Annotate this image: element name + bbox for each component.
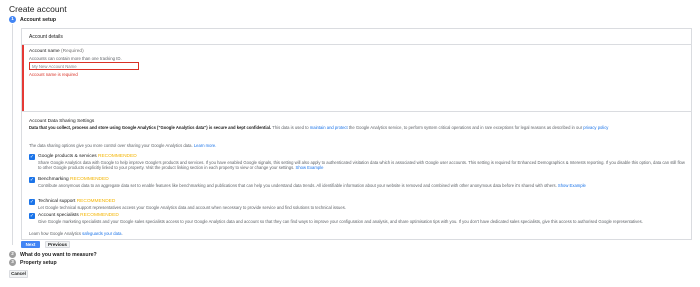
step-label: Account setup: [20, 16, 57, 23]
required-text: (Required): [61, 49, 84, 54]
previous-button[interactable]: Previous: [45, 241, 70, 248]
option-title-text: Google products & services: [38, 154, 97, 159]
stepper-line: [12, 24, 13, 245]
account-specialists-checkbox[interactable]: ✓: [29, 213, 35, 219]
option-title-text: Benchmarking: [38, 177, 69, 182]
option-title: Google products & services RECOMMENDED: [38, 154, 137, 159]
step-number: 1: [9, 16, 16, 23]
show-example-link[interactable]: Show Example: [296, 165, 324, 170]
option-description: Give Google marketing specialists and yo…: [38, 219, 643, 224]
data-sharing-description: Data that you collect, process and store…: [29, 125, 689, 131]
data-sharing-desc-bold: Data that you collect, process and store…: [29, 125, 272, 130]
step-label: What do you want to measure?: [20, 251, 97, 258]
option-title-text: Account specialists: [38, 213, 79, 218]
error-indicator-bar: [22, 45, 24, 111]
cancel-button[interactable]: Cancel: [9, 270, 28, 278]
step-number: 2: [9, 251, 16, 258]
account-details-header: Account details: [22, 29, 691, 45]
privacy-policy-link[interactable]: privacy policy: [583, 125, 608, 130]
step-what-to-measure[interactable]: 2 What do you want to measure?: [9, 251, 97, 258]
data-sharing-desc-text: This data is used to: [272, 125, 309, 130]
recommended-badge: RECOMMENDED: [70, 177, 109, 182]
account-name-input[interactable]: My New Account Name: [29, 62, 139, 70]
option-desc-text: Share Google Analytics data with Google …: [38, 160, 685, 171]
account-name-label: Account name (Required): [29, 49, 84, 54]
data-sharing-intro: The data sharing options give you more c…: [29, 143, 216, 148]
option-description: Contribute anonymous data to an aggregat…: [38, 183, 686, 188]
step-account-setup: 1 Account setup: [9, 16, 56, 23]
recommended-badge: RECOMMENDED: [98, 154, 137, 159]
benchmarking-checkbox[interactable]: ✓: [29, 177, 35, 183]
data-sharing-intro-text: The data sharing options give you more c…: [29, 143, 193, 148]
learn-how-prefix: Learn how Google Analytics: [29, 231, 81, 236]
safeguards-link[interactable]: safeguards your data: [82, 231, 121, 236]
next-button[interactable]: Next: [21, 241, 40, 248]
option-desc-text: Contribute anonymous data to an aggregat…: [38, 183, 557, 188]
step-label: Property setup: [20, 259, 57, 266]
step-property-setup[interactable]: 3 Property setup: [9, 259, 57, 266]
technical-support-checkbox[interactable]: ✓: [29, 199, 35, 205]
option-title-text: Technical support: [38, 199, 76, 204]
step-number: 3: [9, 259, 16, 266]
maintain-protect-link[interactable]: maintain and protect: [310, 125, 348, 130]
option-description: Let Google technical support representat…: [38, 205, 346, 210]
data-sharing-desc-text2: the Google Analytics service, to perform…: [348, 125, 583, 130]
show-example-link[interactable]: Show Example: [558, 183, 586, 188]
option-title: Benchmarking RECOMMENDED: [38, 177, 109, 182]
recommended-badge: RECOMMENDED: [80, 213, 119, 218]
google-products-checkbox[interactable]: ✓: [29, 154, 35, 160]
recommended-badge: RECOMMENDED: [76, 199, 116, 204]
account-name-help: Accounts can contain more than one track…: [29, 56, 122, 61]
learn-how-suffix: .: [121, 231, 123, 236]
learn-how-text: Learn how Google Analytics safeguards yo…: [29, 231, 123, 236]
option-title: Account specialists RECOMMENDED: [38, 213, 119, 218]
account-name-error: Account name is required: [29, 72, 78, 77]
account-name-label-text: Account name: [29, 49, 60, 54]
option-title: Technical support RECOMMENDED: [38, 199, 115, 204]
account-name-section: Account name (Required) Accounts can con…: [22, 45, 691, 112]
account-setup-card: Account details Account name (Required) …: [21, 28, 692, 240]
learn-more-link[interactable]: Learn more.: [194, 143, 217, 148]
page-title: Create account: [9, 4, 67, 14]
option-description: Share Google Analytics data with Google …: [38, 160, 686, 171]
data-sharing-title: Account Data Sharing Settings: [29, 119, 95, 124]
